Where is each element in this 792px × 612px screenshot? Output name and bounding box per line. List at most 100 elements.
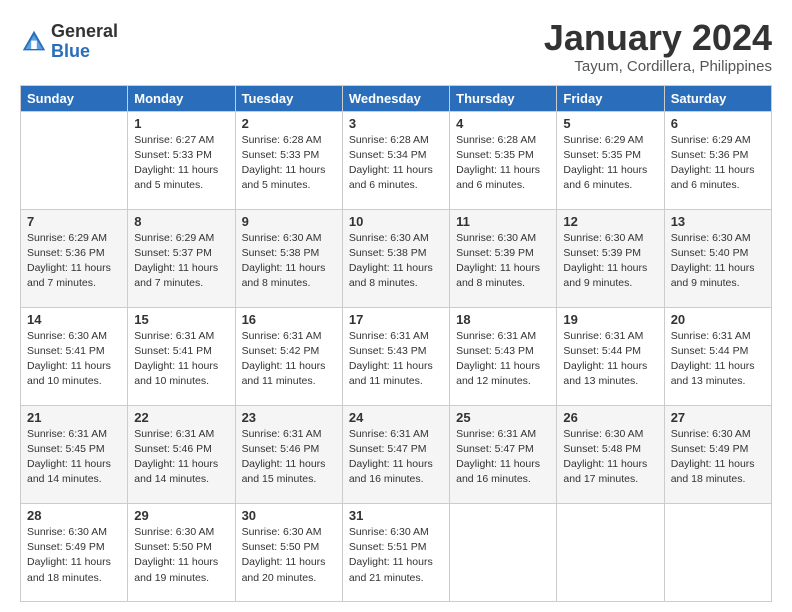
title-block: January 2024 Tayum, Cordillera, Philippi… <box>544 18 772 75</box>
day-number: 6 <box>671 116 765 131</box>
day-number: 13 <box>671 214 765 229</box>
calendar-cell: 12Sunrise: 6:30 AM Sunset: 5:39 PM Dayli… <box>557 209 664 307</box>
calendar-header-friday: Friday <box>557 85 664 111</box>
day-number: 7 <box>27 214 121 229</box>
calendar-cell: 21Sunrise: 6:31 AM Sunset: 5:45 PM Dayli… <box>21 405 128 503</box>
day-info: Sunrise: 6:30 AM Sunset: 5:50 PM Dayligh… <box>242 525 336 586</box>
day-info: Sunrise: 6:30 AM Sunset: 5:48 PM Dayligh… <box>563 427 657 488</box>
calendar-cell: 23 Sunrise: 6:31 AM Sunset: 5:46 PM Dayli… <box>235 405 342 503</box>
calendar-cell: 19 Sunrise: 6:31 AM Sunset: 5:44 PM Dayli… <box>557 307 664 405</box>
calendar-cell: 31 Sunrise: 6:30 AM Sunset: 5:51 PM Dayli… <box>342 503 449 601</box>
day-info: Sunrise: 6:30 AM Sunset: 5:38 PM Dayligh… <box>349 231 443 292</box>
day-info: Sunrise: 6:31 AM Sunset: 5:47 PM Dayligh… <box>349 427 443 488</box>
day-number: 11 <box>456 214 550 229</box>
day-number: 10 <box>349 214 443 229</box>
title-month: January 2024 <box>544 18 772 58</box>
day-info: Sunrise: 6:30 AM Sunset: 5:49 PM Dayligh… <box>671 427 765 488</box>
calendar-cell: 10 Sunrise: 6:30 AM Sunset: 5:38 PM Dayli… <box>342 209 449 307</box>
day-info: Sunrise: 6:31 AM Sunset: 5:41 PM Dayligh… <box>134 329 228 390</box>
logo-icon <box>20 28 48 56</box>
calendar-header-thursday: Thursday <box>450 85 557 111</box>
calendar-table: SundayMondayTuesdayWednesdayThursdayFrid… <box>20 85 772 602</box>
calendar-cell: 7 Sunrise: 6:29 AM Sunset: 5:36 PM Daylig… <box>21 209 128 307</box>
day-info: Sunrise: 6:30 AM Sunset: 5:40 PM Dayligh… <box>671 231 765 292</box>
calendar-header-saturday: Saturday <box>664 85 771 111</box>
day-info: Sunrise: 6:30 AM Sunset: 5:49 PM Dayligh… <box>27 525 121 586</box>
day-info: Sunrise: 6:30 AM Sunset: 5:39 PM Dayligh… <box>456 231 550 292</box>
calendar-cell: 25 Sunrise: 6:31 AM Sunset: 5:47 PM Dayli… <box>450 405 557 503</box>
day-number: 17 <box>349 312 443 327</box>
day-info: Sunrise: 6:28 AM Sunset: 5:35 PM Dayligh… <box>456 133 550 194</box>
day-number: 20 <box>671 312 765 327</box>
calendar-cell: 9 Sunrise: 6:30 AM Sunset: 5:38 PM Daylig… <box>235 209 342 307</box>
day-info: Sunrise: 6:31 AM Sunset: 5:46 PM Dayligh… <box>134 427 228 488</box>
calendar-cell: 17 Sunrise: 6:31 AM Sunset: 5:43 PM Dayli… <box>342 307 449 405</box>
day-number: 21 <box>27 410 121 425</box>
logo: General Blue <box>20 22 118 62</box>
calendar-cell <box>664 503 771 601</box>
day-number: 29 <box>134 508 228 523</box>
day-number: 24 <box>349 410 443 425</box>
day-info: Sunrise: 6:30 AM Sunset: 5:50 PM Dayligh… <box>134 525 228 586</box>
day-number: 9 <box>242 214 336 229</box>
calendar-cell: 13 Sunrise: 6:30 AM Sunset: 5:40 PM Dayli… <box>664 209 771 307</box>
day-number: 5 <box>563 116 657 131</box>
day-info: Sunrise: 6:30 AM Sunset: 5:51 PM Dayligh… <box>349 525 443 586</box>
calendar-cell: 3Sunrise: 6:28 AM Sunset: 5:34 PM Daylig… <box>342 111 449 209</box>
calendar-week-row: 7 Sunrise: 6:29 AM Sunset: 5:36 PM Daylig… <box>21 209 772 307</box>
calendar-cell: 6Sunrise: 6:29 AM Sunset: 5:36 PM Daylig… <box>664 111 771 209</box>
calendar-cell: 29 Sunrise: 6:30 AM Sunset: 5:50 PM Dayli… <box>128 503 235 601</box>
calendar-cell: 5Sunrise: 6:29 AM Sunset: 5:35 PM Daylig… <box>557 111 664 209</box>
day-info: Sunrise: 6:31 AM Sunset: 5:44 PM Dayligh… <box>671 329 765 390</box>
calendar-week-row: 14 Sunrise: 6:30 AM Sunset: 5:41 PM Dayli… <box>21 307 772 405</box>
calendar-week-row: 28Sunrise: 6:30 AM Sunset: 5:49 PM Dayli… <box>21 503 772 601</box>
day-info: Sunrise: 6:30 AM Sunset: 5:38 PM Dayligh… <box>242 231 336 292</box>
calendar-cell <box>557 503 664 601</box>
day-number: 12 <box>563 214 657 229</box>
day-number: 25 <box>456 410 550 425</box>
day-number: 31 <box>349 508 443 523</box>
day-number: 14 <box>27 312 121 327</box>
day-info: Sunrise: 6:29 AM Sunset: 5:36 PM Dayligh… <box>27 231 121 292</box>
day-info: Sunrise: 6:31 AM Sunset: 5:43 PM Dayligh… <box>349 329 443 390</box>
day-info: Sunrise: 6:31 AM Sunset: 5:46 PM Dayligh… <box>242 427 336 488</box>
day-info: Sunrise: 6:31 AM Sunset: 5:42 PM Dayligh… <box>242 329 336 390</box>
calendar-header-row: SundayMondayTuesdayWednesdayThursdayFrid… <box>21 85 772 111</box>
calendar-header-monday: Monday <box>128 85 235 111</box>
calendar-cell: 24 Sunrise: 6:31 AM Sunset: 5:47 PM Dayli… <box>342 405 449 503</box>
day-number: 27 <box>671 410 765 425</box>
logo-general: General <box>51 22 118 42</box>
logo-text: General Blue <box>51 22 118 62</box>
calendar-cell: 20 Sunrise: 6:31 AM Sunset: 5:44 PM Dayli… <box>664 307 771 405</box>
calendar-cell: 27 Sunrise: 6:30 AM Sunset: 5:49 PM Dayli… <box>664 405 771 503</box>
day-number: 23 <box>242 410 336 425</box>
day-number: 16 <box>242 312 336 327</box>
calendar-cell: 15 Sunrise: 6:31 AM Sunset: 5:41 PM Dayli… <box>128 307 235 405</box>
title-location: Tayum, Cordillera, Philippines <box>544 58 772 75</box>
day-number: 8 <box>134 214 228 229</box>
day-number: 18 <box>456 312 550 327</box>
day-number: 19 <box>563 312 657 327</box>
day-info: Sunrise: 6:30 AM Sunset: 5:41 PM Dayligh… <box>27 329 121 390</box>
day-info: Sunrise: 6:29 AM Sunset: 5:37 PM Dayligh… <box>134 231 228 292</box>
calendar-cell: 30Sunrise: 6:30 AM Sunset: 5:50 PM Dayli… <box>235 503 342 601</box>
calendar-header-tuesday: Tuesday <box>235 85 342 111</box>
page: General Blue January 2024 Tayum, Cordill… <box>0 0 792 612</box>
calendar-cell: 16 Sunrise: 6:31 AM Sunset: 5:42 PM Dayli… <box>235 307 342 405</box>
calendar-cell: 1Sunrise: 6:27 AM Sunset: 5:33 PM Daylig… <box>128 111 235 209</box>
calendar-cell <box>450 503 557 601</box>
calendar-cell: 2Sunrise: 6:28 AM Sunset: 5:33 PM Daylig… <box>235 111 342 209</box>
day-number: 3 <box>349 116 443 131</box>
calendar-cell: 14 Sunrise: 6:30 AM Sunset: 5:41 PM Dayli… <box>21 307 128 405</box>
day-info: Sunrise: 6:31 AM Sunset: 5:43 PM Dayligh… <box>456 329 550 390</box>
logo-blue: Blue <box>51 42 118 62</box>
day-number: 15 <box>134 312 228 327</box>
calendar-week-row: 21Sunrise: 6:31 AM Sunset: 5:45 PM Dayli… <box>21 405 772 503</box>
calendar-cell: 22Sunrise: 6:31 AM Sunset: 5:46 PM Dayli… <box>128 405 235 503</box>
calendar-cell: 4Sunrise: 6:28 AM Sunset: 5:35 PM Daylig… <box>450 111 557 209</box>
day-info: Sunrise: 6:31 AM Sunset: 5:44 PM Dayligh… <box>563 329 657 390</box>
day-info: Sunrise: 6:27 AM Sunset: 5:33 PM Dayligh… <box>134 133 228 194</box>
calendar-header-sunday: Sunday <box>21 85 128 111</box>
day-info: Sunrise: 6:31 AM Sunset: 5:47 PM Dayligh… <box>456 427 550 488</box>
calendar-cell: 28Sunrise: 6:30 AM Sunset: 5:49 PM Dayli… <box>21 503 128 601</box>
